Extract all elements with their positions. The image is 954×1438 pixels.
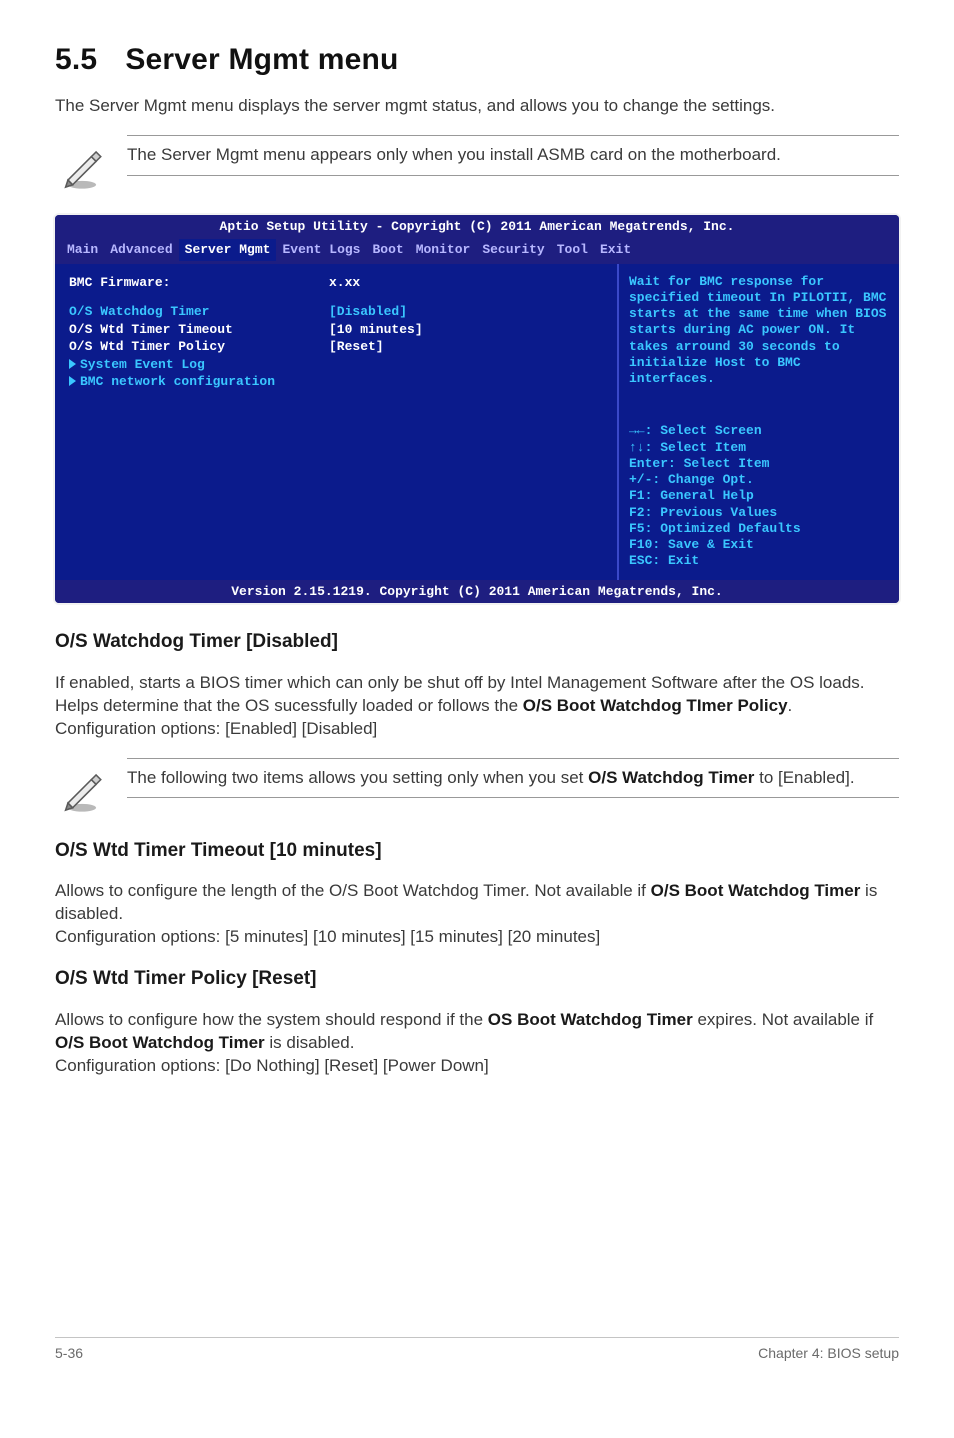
bios-row-bmc-network[interactable]: BMC network configuration [69,373,603,391]
tab-monitor[interactable]: Monitor [410,239,477,261]
bios-key-hint: +/-: Change Opt. [629,472,887,488]
bios-row-policy[interactable]: O/S Wtd Timer Policy [Reset] [69,338,603,356]
bold-text: O/S Boot Watchdog TImer Policy [523,696,788,715]
paragraph: Allows to configure the length of the O/… [55,880,899,949]
bold-text: O/S Boot Watchdog Timer [55,1033,265,1052]
bios-key-hint: F2: Previous Values [629,505,887,521]
bios-value: [10 minutes] [329,321,423,339]
bios-key-hint: →←: Select Screen [629,423,887,439]
tab-advanced[interactable]: Advanced [104,239,178,261]
text: Allows to configure the length of the O/… [55,881,651,900]
bold-text: O/S Boot Watchdog Timer [651,881,861,900]
tab-event-logs[interactable]: Event Logs [276,239,366,261]
config-options: Configuration options: [5 minutes] [10 m… [55,927,600,946]
pencil-icon [55,758,109,816]
bios-submenu-label: System Event Log [80,357,205,372]
note-text: The Server Mgmt menu appears only when y… [127,144,899,167]
text: is disabled. [265,1033,355,1052]
text: Allows to configure how the system shoul… [55,1010,488,1029]
text: . [788,696,793,715]
bios-label: O/S Wtd Timer Policy [69,338,329,356]
triangle-right-icon [69,359,76,369]
section-title-text: Server Mgmt menu [125,43,398,76]
bold-text: O/S Watchdog Timer [588,768,754,787]
paragraph: If enabled, starts a BIOS timer which ca… [55,672,899,741]
chapter-label: Chapter 4: BIOS setup [758,1344,899,1363]
page-footer: 5-36 Chapter 4: BIOS setup [55,1337,899,1363]
page-number: 5-36 [55,1344,83,1363]
bios-row-system-event-log[interactable]: System Event Log [69,356,603,374]
bios-key-hint: ↑↓: Select Item [629,440,887,456]
text: expires. Not available if [693,1010,873,1029]
tab-security[interactable]: Security [476,239,550,261]
section-heading: 5.5 Server Mgmt menu [55,40,899,81]
tab-exit[interactable]: Exit [594,239,637,261]
bios-key-hint: Enter: Select Item [629,456,887,472]
bold-text: OS Boot Watchdog Timer [488,1010,693,1029]
bios-left-pane: BMC Firmware: x.xx O/S Watchdog Timer [D… [55,264,619,580]
bios-label: BMC Firmware: [69,274,329,292]
bios-value: [Disabled] [329,303,407,321]
tab-server-mgmt[interactable]: Server Mgmt [179,239,277,261]
intro-paragraph: The Server Mgmt menu displays the server… [55,95,899,118]
bios-label: O/S Wtd Timer Timeout [69,321,329,339]
config-options: Configuration options: [Do Nothing] [Res… [55,1056,489,1075]
bios-key-hint: F1: General Help [629,488,887,504]
tab-boot[interactable]: Boot [366,239,409,261]
config-options: Configuration options: [Enabled] [Disabl… [55,719,377,738]
bios-submenu-label: BMC network configuration [80,374,275,389]
note-text: The following two items allows you setti… [127,767,899,790]
bios-title-bar: Aptio Setup Utility - Copyright (C) 2011… [55,215,899,239]
bios-key-hint: F5: Optimized Defaults [629,521,887,537]
bios-menu-bar: Main Advanced Server Mgmt Event Logs Boo… [55,239,899,264]
bios-label: O/S Watchdog Timer [69,303,329,321]
pencil-icon [55,135,109,193]
note-block: The Server Mgmt menu appears only when y… [55,135,899,193]
text: The following two items allows you setti… [127,768,588,787]
bios-key-hint: F10: Save & Exit [629,537,887,553]
bios-row-firmware: BMC Firmware: x.xx [69,274,603,292]
bios-help-text: Wait for BMC response for specified time… [629,274,887,388]
bios-help-pane: Wait for BMC response for specified time… [619,264,899,580]
tab-main[interactable]: Main [61,239,104,261]
triangle-right-icon [69,376,76,386]
subheading-wdt: O/S Watchdog Timer [Disabled] [55,629,899,655]
subheading-timeout: O/S Wtd Timer Timeout [10 minutes] [55,838,899,864]
bios-row-timeout[interactable]: O/S Wtd Timer Timeout [10 minutes] [69,321,603,339]
text: to [Enabled]. [754,768,854,787]
bios-footer: Version 2.15.1219. Copyright (C) 2011 Am… [55,580,899,604]
subheading-policy: O/S Wtd Timer Policy [Reset] [55,966,899,992]
note-block: The following two items allows you setti… [55,758,899,816]
bios-key-hint: ESC: Exit [629,553,887,569]
bios-row-wdt[interactable]: O/S Watchdog Timer [Disabled] [69,303,603,321]
bios-screen: Aptio Setup Utility - Copyright (C) 2011… [55,215,899,603]
bios-value: x.xx [329,274,360,292]
paragraph: Allows to configure how the system shoul… [55,1009,899,1078]
bios-value: [Reset] [329,338,384,356]
tab-tool[interactable]: Tool [551,239,594,261]
section-number: 5.5 [55,43,97,76]
